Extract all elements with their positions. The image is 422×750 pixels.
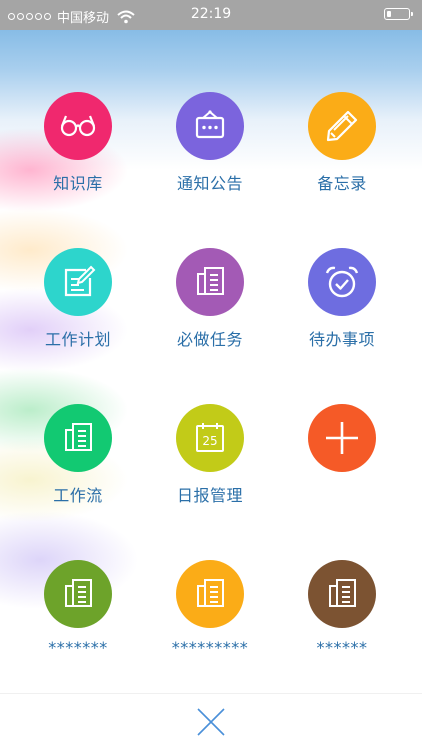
- calendar-icon: 25: [196, 423, 224, 452]
- tile-work-plan[interactable]: 工作计划: [12, 248, 144, 350]
- tile-icon-circle: [308, 92, 376, 160]
- close-icon[interactable]: [195, 706, 227, 738]
- tile-label: ******: [316, 638, 368, 657]
- battery-icon: [384, 8, 413, 20]
- glasses-icon: [60, 115, 96, 137]
- tile-label: 待办事项: [308, 330, 375, 349]
- bottom-bar: [0, 693, 422, 750]
- tile-label: 工作计划: [44, 330, 111, 349]
- tile-icon-circle: [308, 560, 376, 628]
- document-icon: [329, 579, 356, 607]
- tile-label: 工作流: [53, 486, 103, 505]
- tile-add[interactable]: [276, 404, 408, 506]
- pencil-icon: [326, 110, 358, 142]
- tile-icon-circle: [44, 404, 112, 472]
- tile-label: 知识库: [53, 174, 103, 193]
- clock-time: 22:19: [190, 6, 232, 22]
- tile-icon-circle: [308, 248, 376, 316]
- document-icon: [65, 423, 92, 451]
- tile-label: 备忘录: [317, 174, 367, 193]
- tile-label: 通知公告: [176, 174, 243, 193]
- document-icon: [65, 579, 92, 607]
- calendar-day: 25: [202, 434, 217, 448]
- tile-memo[interactable]: 备忘录: [276, 92, 408, 194]
- tile-workflow[interactable]: 工作流: [12, 404, 144, 506]
- tile-hidden-2[interactable]: *********: [144, 560, 276, 657]
- tile-icon-circle: [176, 560, 244, 628]
- tile-required-tasks[interactable]: 必做任务: [144, 248, 276, 350]
- tile-knowledge-base[interactable]: 知识库: [12, 92, 144, 194]
- status-bar: 中国移动 22:19: [0, 0, 422, 30]
- tile-todo[interactable]: 待办事项: [276, 248, 408, 350]
- tile-icon-circle: [176, 92, 244, 160]
- tile-hidden-3[interactable]: ******: [276, 560, 408, 657]
- app-grid: 知识库 通知公告 备忘录 工作计划 必做任务 待办事项 工作流 25 日报管理 …: [12, 92, 410, 657]
- edit-note-icon: [64, 265, 96, 297]
- notice-board-icon: [195, 110, 225, 139]
- tile-notice[interactable]: 通知公告: [144, 92, 276, 194]
- tile-label: 日报管理: [176, 486, 243, 505]
- tile-icon-circle: 25: [176, 404, 244, 472]
- add-button[interactable]: [308, 404, 376, 472]
- tile-icon-circle: [44, 560, 112, 628]
- tile-daily-report[interactable]: 25 日报管理: [144, 404, 276, 506]
- tile-icon-circle: [176, 248, 244, 316]
- tile-hidden-1[interactable]: *******: [12, 560, 144, 657]
- document-icon: [197, 267, 224, 295]
- tile-label: *********: [171, 638, 249, 657]
- tile-label: 必做任务: [176, 330, 243, 349]
- alarm-clock-icon: [325, 266, 359, 298]
- tile-icon-circle: [44, 248, 112, 316]
- tile-label: *******: [48, 638, 108, 657]
- plus-icon: [326, 422, 358, 454]
- tile-icon-circle: [44, 92, 112, 160]
- document-icon: [197, 579, 224, 607]
